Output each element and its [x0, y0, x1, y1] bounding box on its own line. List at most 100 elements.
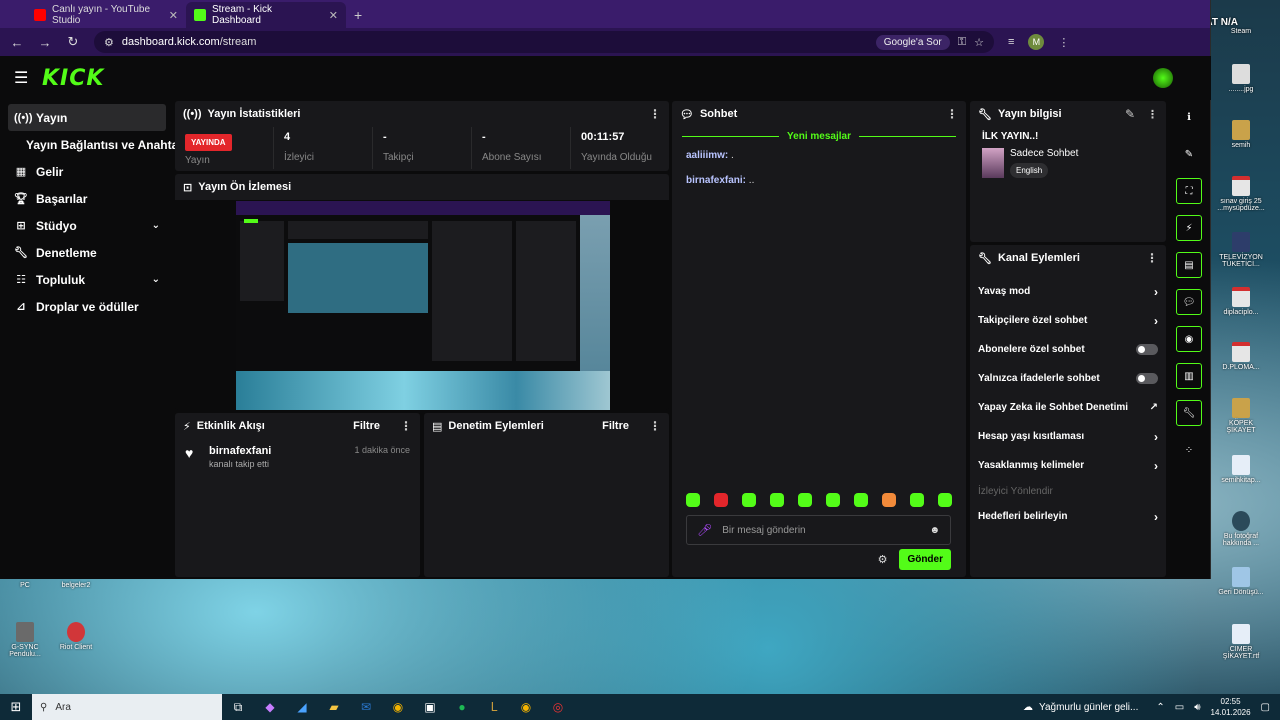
emote-icon[interactable] — [882, 493, 896, 507]
forward-icon[interactable]: → — [38, 35, 52, 50]
weather-widget[interactable]: ☁ Yağmurlu günler geli... — [1023, 702, 1138, 713]
wrench-icon[interactable]: 🔧︎ — [1176, 400, 1202, 426]
desktop-icon-folder[interactable]: semih — [1217, 120, 1265, 149]
volume-icon[interactable]: 🔊︎ — [1194, 702, 1200, 713]
gear-icon[interactable]: ⚙ — [878, 553, 888, 566]
desktop-icon-pdf[interactable]: D.PLOMA... — [1217, 342, 1265, 371]
menu-icon[interactable]: ⋮ — [1058, 36, 1069, 49]
emote-icon[interactable] — [686, 493, 700, 507]
edit-icon[interactable]: ✎ — [1125, 107, 1135, 121]
emote-icon[interactable] — [938, 493, 952, 507]
desktop-icon-folder[interactable]: belgeler2 — [52, 582, 100, 589]
emote-icon[interactable] — [798, 493, 812, 507]
lightning-icon[interactable]: ⚡︎ — [1176, 215, 1202, 241]
action-followers-only[interactable]: Takipçilere özel sohbet › — [970, 306, 1166, 335]
new-messages-divider[interactable]: Yeni mesajlar — [682, 131, 956, 142]
desktop-icon-pc[interactable]: PC — [1, 582, 49, 589]
desktop-icon-recycle-bin[interactable]: Geri Dönüşü... — [1217, 567, 1265, 596]
sidebar-item-achievements[interactable]: 🏆︎ Başarılar — [8, 185, 166, 212]
desktop-icon-doc[interactable]: semihkitap... — [1217, 455, 1265, 484]
back-icon[interactable]: ← — [10, 35, 24, 50]
apps-icon[interactable]: ⁘ — [1176, 437, 1202, 463]
league-icon[interactable]: Ⅼ — [478, 700, 510, 714]
desktop-icon-pdf[interactable]: sınav giriş 25 ...mysüpdüze... — [1217, 176, 1265, 212]
info-icon[interactable]: ℹ — [1176, 104, 1202, 130]
chrome-icon[interactable]: ◉ — [510, 700, 542, 714]
more-icon[interactable]: ⋮ — [649, 419, 661, 433]
close-icon[interactable]: ✕ — [329, 9, 338, 22]
profile-avatar[interactable]: M — [1028, 34, 1045, 50]
sidebar-item-moderation[interactable]: 🔧︎ Denetleme — [8, 239, 166, 266]
chat-input[interactable]: 🎤︎ Bir mesaj gönderin ☻ — [686, 515, 951, 545]
emoji-icon[interactable]: ☻ — [929, 525, 940, 536]
action-slow-mode[interactable]: Yavaş mod › — [970, 277, 1166, 306]
outlook-icon[interactable]: ✉ — [350, 700, 382, 714]
sidebar-item-stream[interactable]: ((•)) Yayın — [8, 104, 166, 131]
obs-icon[interactable]: ◎ — [542, 700, 574, 714]
emote-icon[interactable] — [742, 493, 756, 507]
desktop-icon-riot[interactable]: Riot Client — [52, 622, 100, 651]
close-icon[interactable]: ✕ — [169, 9, 178, 22]
emote-icon[interactable] — [770, 493, 784, 507]
edit-icon[interactable]: ✎ — [1176, 141, 1202, 167]
user-avatar[interactable] — [1153, 68, 1173, 88]
more-icon[interactable]: ⋮ — [946, 107, 958, 121]
sidebar-item-studio[interactable]: ⊞ Stüdyo ⌄ — [8, 212, 166, 239]
filter-button[interactable]: Filtre — [602, 420, 629, 432]
desktop-icon-pdf[interactable]: diplaciplo... — [1217, 287, 1265, 316]
notification-icon[interactable]: ▢ — [1261, 702, 1270, 713]
desktop-icon-rtf[interactable]: CIMER ŞİKAYET.rtf — [1217, 624, 1265, 660]
site-info-icon[interactable]: ⚙ — [104, 36, 114, 49]
spotify-icon[interactable]: ● — [446, 700, 478, 714]
tab-search-icon[interactable]: ≡ — [1008, 36, 1014, 48]
emote-icon[interactable] — [854, 493, 868, 507]
windows-start-icon[interactable]: ⊞ — [0, 699, 32, 715]
app-icon[interactable]: ◢ — [286, 700, 318, 714]
emote-icon[interactable] — [714, 493, 728, 507]
tab-youtube[interactable]: Canlı yayın - YouTube Studio ✕ — [26, 2, 186, 28]
sidebar-item-revenue[interactable]: ▦ Gelir — [8, 158, 166, 185]
hamburger-icon[interactable]: ☰ — [14, 68, 42, 88]
desktop-icon-file[interactable]: ........jpg — [1217, 64, 1265, 93]
store-icon[interactable]: ▣ — [414, 700, 446, 714]
send-button[interactable]: Gönder — [899, 549, 951, 570]
more-icon[interactable]: ⋮ — [1146, 251, 1158, 265]
action-ai-moderation[interactable]: Yapay Zeka ile Sohbet Denetimi ↗ — [970, 393, 1166, 422]
task-view-icon[interactable]: ⧉ — [222, 700, 254, 715]
desktop-icon-folder[interactable]: KÖPEK ŞİKAYET — [1217, 398, 1265, 434]
sidebar-item-drops[interactable]: ⊿ Droplar ve ödüller — [8, 293, 166, 320]
screen-icon[interactable]: ⛶ — [1176, 178, 1202, 204]
microphone-icon[interactable]: 🎤︎ — [697, 523, 712, 537]
more-icon[interactable]: ⋮ — [1147, 108, 1158, 121]
google-ask-button[interactable]: Google'a Sor — [875, 34, 950, 50]
reload-icon[interactable]: ↻ — [66, 34, 80, 50]
action-account-age[interactable]: Hesap yaşı kısıtlaması › — [970, 422, 1166, 451]
sidebar-item-community[interactable]: ☷ Topluluk ⌄ — [8, 266, 166, 293]
network-icon[interactable]: ▭ — [1175, 702, 1184, 713]
bookmark-star-icon[interactable]: ☆ — [974, 36, 984, 49]
chevron-up-icon[interactable]: ⌃ — [1156, 702, 1164, 713]
copilot-icon[interactable]: ◆ — [254, 700, 286, 714]
filter-button[interactable]: Filtre — [353, 420, 380, 432]
desktop-icon-video[interactable]: TELEVİZYON TÜKETİCİ... — [1217, 232, 1265, 268]
new-tab-button[interactable]: + — [354, 7, 362, 23]
desktop-icon-steam[interactable]: Steam — [1217, 28, 1265, 35]
desktop-icon-lens[interactable]: Bu fotoğraf hakkında ... — [1217, 511, 1265, 547]
clock[interactable]: 02:55 14.01.2026 — [1211, 696, 1251, 718]
broadcast-icon[interactable]: ◉ — [1176, 326, 1202, 352]
tab-kick[interactable]: Stream - Kick Dashboard ✕ — [186, 2, 346, 28]
emote-icon[interactable] — [826, 493, 840, 507]
more-icon[interactable]: ⋮ — [400, 419, 412, 433]
action-banned-words[interactable]: Yasaklanmış kelimeler › — [970, 451, 1166, 480]
taskbar-search[interactable]: ⚲ Ara — [32, 694, 222, 720]
url-field[interactable]: ⚙ dashboard.kick.com/stream Google'a Sor… — [94, 31, 994, 53]
desktop-icon-gsync[interactable]: G-SYNC Pendulu... — [1, 622, 49, 658]
emote-icon[interactable] — [910, 493, 924, 507]
action-set-goals[interactable]: Hedefleri belirleyin › — [970, 502, 1166, 531]
sidebar-item-stream-key[interactable]: Yayın Bağlantısı ve Anahtarı — [8, 131, 186, 158]
layout-icon[interactable]: ▥ — [1176, 363, 1202, 389]
file-explorer-icon[interactable]: ▰ — [318, 700, 350, 714]
kick-logo[interactable]: KICK — [42, 66, 104, 91]
chrome-icon[interactable]: ◉ — [382, 700, 414, 714]
stream-preview-video[interactable] — [236, 201, 610, 410]
